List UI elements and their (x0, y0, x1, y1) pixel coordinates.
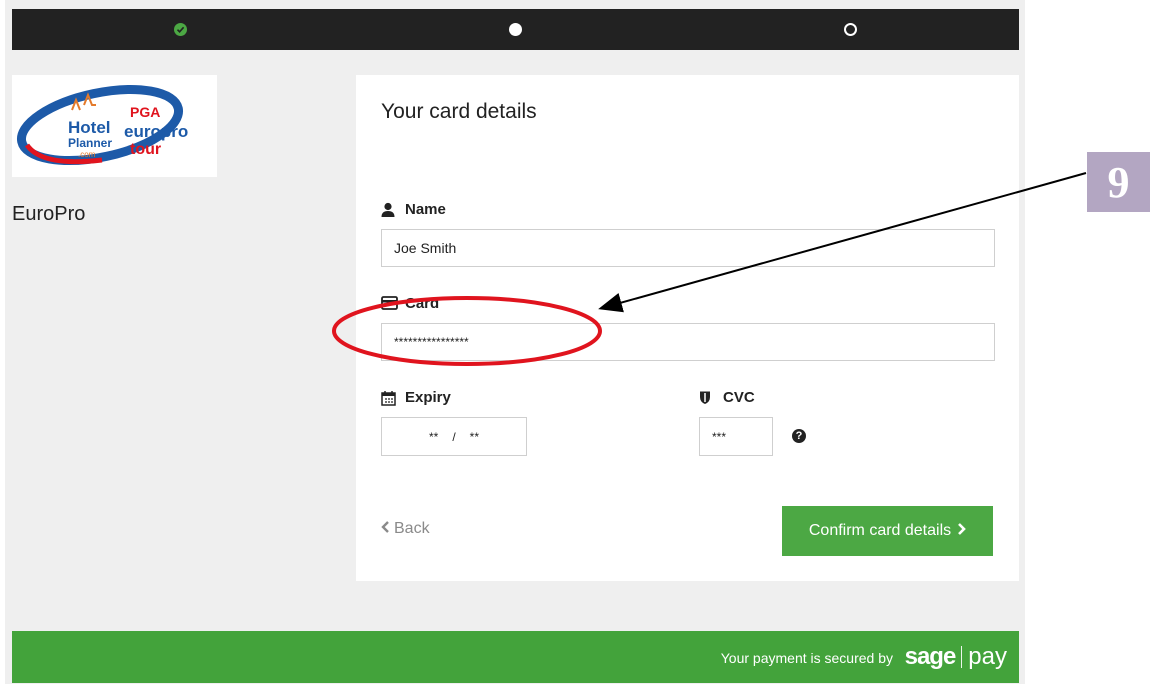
highlight-circle (332, 296, 602, 366)
step-number-badge: 9 (1087, 152, 1150, 212)
annotation-arrow (598, 172, 1087, 313)
annotation-overlay (332, 172, 1087, 366)
